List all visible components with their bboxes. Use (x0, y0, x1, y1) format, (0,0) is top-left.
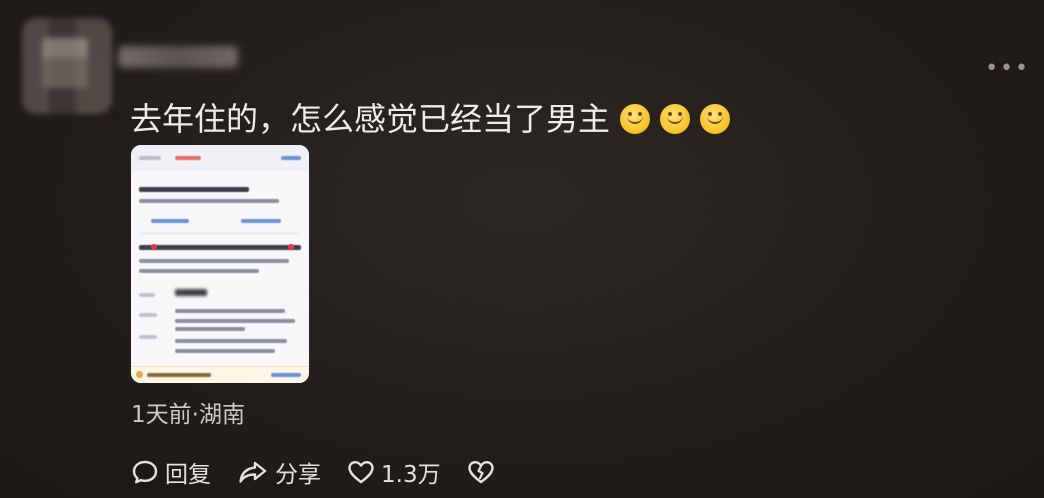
share-icon (239, 461, 267, 483)
comment-body: 去年住的，怎么感觉已经当了男主 (130, 97, 731, 141)
more-options-icon[interactable]: ••• (985, 58, 1030, 80)
comment-icon (132, 460, 158, 484)
share-button[interactable]: 分享 (237, 455, 321, 489)
avatar[interactable] (22, 18, 112, 114)
comment-card: ••• 去年住的，怎么感觉已经当了男主 1天前·湖南 回复 分享 1.3万 (0, 0, 1044, 498)
comment-text: 去年住的，怎么感觉已经当了男主 (130, 100, 611, 138)
share-label: 分享 (275, 462, 321, 488)
like-count: 1.3万 (381, 462, 441, 488)
action-bar: 回复 分享 1.3万 (131, 452, 527, 492)
attached-screenshot-image[interactable] (131, 145, 309, 383)
heart-icon (348, 461, 374, 484)
like-button[interactable]: 1.3万 (347, 455, 441, 489)
grin-emoji-icon (620, 104, 651, 134)
image-footer (131, 366, 309, 383)
dislike-button[interactable] (467, 458, 501, 486)
time-location: 1天前·湖南 (131, 402, 245, 428)
grin-emoji-icon (700, 104, 731, 134)
reply-label: 回复 (165, 462, 211, 488)
broken-heart-icon (467, 461, 494, 484)
image-topbar (131, 145, 309, 171)
username-blurred[interactable] (118, 46, 238, 68)
grin-emoji-icon (660, 104, 691, 134)
reply-button[interactable]: 回复 (131, 455, 211, 489)
